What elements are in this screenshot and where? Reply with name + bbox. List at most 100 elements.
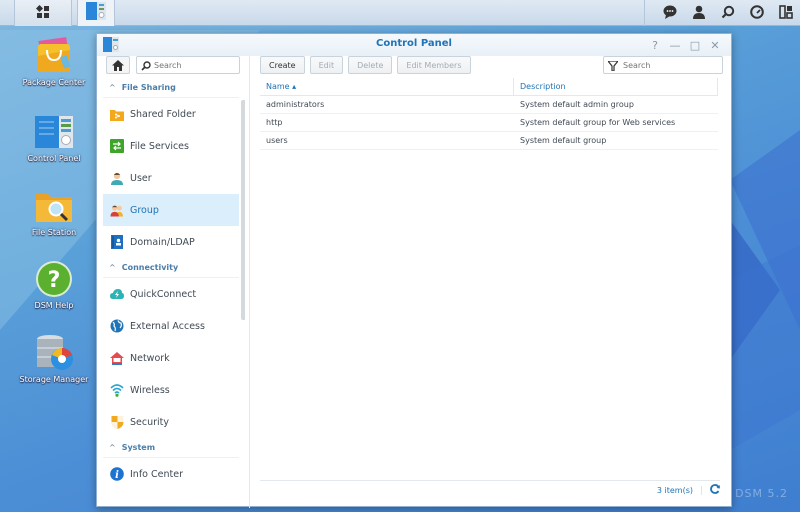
sidebar-item-file-services[interactable]: File Services [103,130,239,162]
sidebar-search-input[interactable] [154,60,234,70]
sidebar-item-label: File Services [130,140,189,152]
info-center-icon: i [110,467,124,481]
status-bar: 3 item(s) [260,480,720,500]
toolbar: Create Edit Delete Edit Members [260,56,471,74]
section-file-sharing[interactable]: ^ File Sharing [103,78,239,98]
taskbar-control-panel-button[interactable] [77,0,115,26]
filter-search-input[interactable] [623,60,713,70]
cell-description: System default group [520,136,607,145]
maximize-icon: □ [689,38,701,52]
sidebar-item-user[interactable]: User [103,162,239,194]
table-row[interactable]: administrators System default admin grou… [260,96,718,114]
group-table: Name ▴ Description administrators System… [260,78,718,150]
desktop-icon-label: Package Center [22,78,86,87]
section-title: Connectivity [121,263,179,272]
sidebar-item-wireless[interactable]: Wireless [103,374,239,406]
control-panel-icon [34,112,74,152]
section-connectivity[interactable]: ^ Connectivity [103,258,239,278]
search-icon [721,4,735,23]
cell-name: administrators [266,100,325,109]
cell-description: System default group for Web services [520,118,676,127]
storage-manager-icon [34,333,74,373]
minimize-button[interactable]: — [667,37,683,53]
sidebar-item-label: External Access [130,320,205,332]
sidebar-item-label: Shared Folder [130,108,196,120]
control-panel-icon [86,2,106,24]
help-icon: ? [34,259,74,299]
filter-search[interactable] [603,56,723,74]
window-title-bar[interactable]: Control Panel ? — □ ✕ [97,34,731,56]
sidebar-search[interactable] [136,56,240,74]
sidebar-item-security[interactable]: Security [103,406,239,438]
user-icon [692,4,706,23]
table-row[interactable]: http System default group for Web servic… [260,114,718,132]
shield-icon [110,415,124,429]
sidebar-item-label: User [130,172,152,184]
section-system[interactable]: ^ System [103,438,239,458]
column-header-description[interactable]: Description [514,78,718,95]
close-button[interactable]: ✕ [707,37,723,53]
sidebar: ^ File Sharing Shared Folder File Servic… [103,56,245,506]
user-icon [110,171,124,185]
table-row[interactable]: users System default group [260,132,718,150]
help-icon: ? [652,38,658,52]
sidebar-item-domain-ldap[interactable]: Domain/LDAP [103,226,239,258]
sidebar-item-label: QuickConnect [130,288,197,300]
main-menu-button[interactable] [14,0,72,26]
external-access-icon [110,319,124,333]
sidebar-item-external-access[interactable]: External Access [103,310,239,342]
chevron-up-icon: ^ [109,263,116,272]
user-options-button[interactable] [684,0,713,26]
chevron-up-icon: ^ [109,83,116,92]
section-title: File Sharing [121,83,176,92]
file-services-icon [110,139,124,153]
home-button[interactable] [106,56,130,74]
maximize-button[interactable]: □ [687,37,703,53]
desktop-icon-file-station[interactable]: File Station [16,186,92,238]
desktop-icon-dsm-help[interactable]: ? DSM Help [16,259,92,311]
desktop-icon-label: Control Panel [27,154,81,163]
widgets-button[interactable] [742,0,771,26]
desktop-icon-control-panel[interactable]: Control Panel [16,112,92,164]
desktop-icon-label: DSM Help [34,301,74,310]
sidebar-item-group[interactable]: Group [103,194,239,226]
minimize-icon: — [669,38,681,52]
package-center-icon [34,36,74,76]
svg-text:?: ? [48,268,61,293]
sidebar-item-label: Group [130,204,159,216]
home-icon [112,56,124,75]
sidebar-item-label: Wireless [130,384,170,396]
cell-name: users [266,136,288,145]
panel-divider [249,56,250,508]
widgets-icon [749,4,764,23]
sidebar-item-label: Info Center [130,468,183,480]
sidebar-item-shared-folder[interactable]: Shared Folder [103,98,239,130]
create-button[interactable]: Create [260,56,305,74]
refresh-icon[interactable] [710,484,720,497]
sidebar-item-quickconnect[interactable]: QuickConnect [103,278,239,310]
dsm-watermark: DSM 5.2 [735,487,788,500]
group-icon [110,203,124,217]
sidebar-item-network[interactable]: Network [103,342,239,374]
control-panel-window: Control Panel ? — □ ✕ ^ File Sharing [96,33,732,508]
notifications-button[interactable] [655,0,684,26]
sidebar-item-info-center[interactable]: i Info Center [103,458,239,490]
desktop-icon-label: File Station [31,228,77,237]
layout-button[interactable] [771,0,800,26]
section-title: System [121,443,156,452]
chevron-up-icon: ^ [109,443,116,452]
taskbar [0,0,800,26]
column-header-name[interactable]: Name ▴ [260,78,514,95]
sidebar-scrollbar[interactable] [241,100,245,320]
edit-button[interactable]: Edit [309,56,344,74]
desktop-icon-storage-manager[interactable]: Storage Manager [16,333,92,385]
svg-text:i: i [115,470,119,481]
layout-icon [778,4,793,23]
delete-button[interactable]: Delete [348,56,393,74]
help-button[interactable]: ? [647,37,663,53]
close-icon: ✕ [710,38,720,52]
edit-members-button[interactable]: Edit Members [397,56,471,74]
search-button[interactable] [713,0,742,26]
desktop-icon-package-center[interactable]: Package Center [16,36,92,88]
quickconnect-icon [110,287,124,301]
